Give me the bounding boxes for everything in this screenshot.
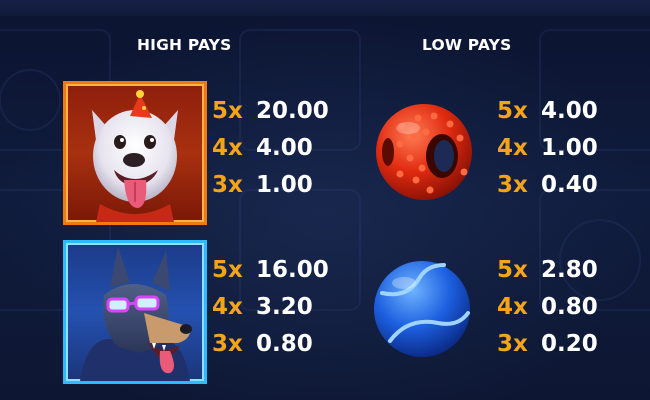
- pay-row-3x: 3x 0.80: [212, 326, 342, 363]
- pay-row-5x: 5x 4.00: [497, 93, 627, 130]
- pay-count: 3x: [212, 172, 243, 198]
- bulldog-paytable: 5x 20.00 4x 4.00 3x 1.00: [212, 93, 342, 204]
- pay-row-3x: 3x 0.40: [497, 167, 627, 204]
- pay-row-3x: 3x 1.00: [212, 167, 342, 204]
- pay-row-4x: 4x 3.20: [212, 289, 342, 326]
- pay-count: 4x: [212, 294, 243, 320]
- pay-count: 5x: [497, 257, 528, 283]
- pay-value: 16.00: [256, 257, 329, 283]
- blue-tennis-ball-icon: [368, 255, 476, 363]
- pay-value: 3.20: [256, 294, 313, 320]
- low-pays-title: LOW PAYS: [422, 36, 512, 54]
- red-ball-paytable: 5x 4.00 4x 1.00 3x 0.40: [497, 93, 627, 204]
- pay-value: 2.80: [541, 257, 598, 283]
- paytable-screen: HIGH PAYS LOW PAYS 5x 20.00 4x 4.00 3x 1…: [0, 0, 650, 400]
- pay-value: 4.00: [256, 135, 313, 161]
- pay-value: 1.00: [541, 135, 598, 161]
- pay-row-5x: 5x 20.00: [212, 93, 342, 130]
- pay-row-3x: 3x 0.20: [497, 326, 627, 363]
- pay-row-4x: 4x 0.80: [497, 289, 627, 326]
- pay-row-4x: 4x 4.00: [212, 130, 342, 167]
- dobermann-paytable: 5x 16.00 4x 3.20 3x 0.80: [212, 252, 342, 363]
- top-header-strip: [0, 0, 650, 16]
- pay-count: 3x: [497, 331, 528, 357]
- pay-count: 4x: [497, 294, 528, 320]
- pay-count: 5x: [212, 98, 243, 124]
- pay-value: 0.20: [541, 331, 598, 357]
- pay-value: 4.00: [541, 98, 598, 124]
- pay-value: 0.80: [541, 294, 598, 320]
- pay-count: 5x: [212, 257, 243, 283]
- dobermann-with-glasses-icon: [63, 240, 207, 384]
- pay-value: 1.00: [256, 172, 313, 198]
- red-rubber-ball-icon: [370, 98, 478, 206]
- pay-count: 4x: [212, 135, 243, 161]
- pay-row-5x: 5x 16.00: [212, 252, 342, 289]
- pay-row-4x: 4x 1.00: [497, 130, 627, 167]
- blue-ball-paytable: 5x 2.80 4x 0.80 3x 0.20: [497, 252, 627, 363]
- pay-value: 20.00: [256, 98, 329, 124]
- pay-value: 0.80: [256, 331, 313, 357]
- pay-row-5x: 5x 2.80: [497, 252, 627, 289]
- pay-count: 3x: [212, 331, 243, 357]
- white-bulldog-party-hat-icon: [63, 81, 207, 225]
- pay-count: 3x: [497, 172, 528, 198]
- pay-value: 0.40: [541, 172, 598, 198]
- high-pays-title: HIGH PAYS: [137, 36, 232, 54]
- pay-count: 5x: [497, 98, 528, 124]
- pay-count: 4x: [497, 135, 528, 161]
